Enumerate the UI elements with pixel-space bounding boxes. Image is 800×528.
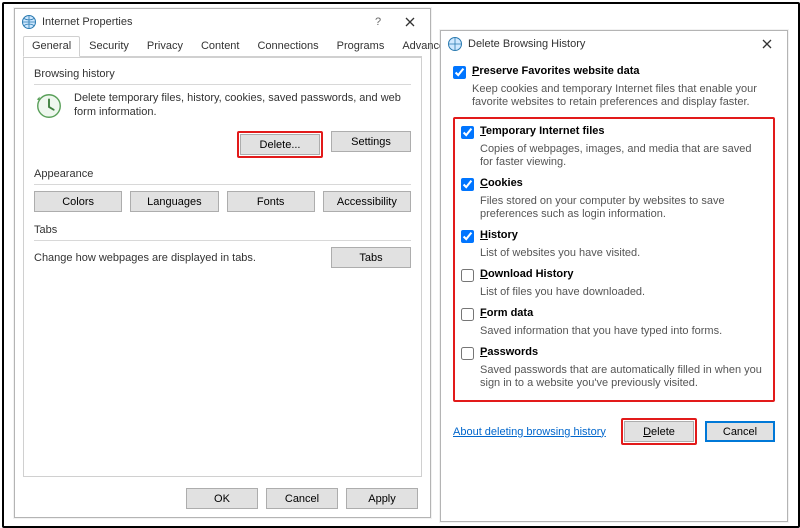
cancel-button[interactable]: Cancel: [705, 421, 775, 442]
form-data-checkbox[interactable]: [461, 308, 474, 321]
window-title: Internet Properties: [42, 16, 133, 28]
tabs-description: Change how webpages are displayed in tab…: [34, 252, 321, 264]
internet-properties-window: Internet Properties ? General Security P…: [14, 8, 431, 518]
temporary-files-checkbox[interactable]: [461, 126, 474, 139]
history-clock-icon: [34, 91, 66, 123]
preserve-favorites-desc: Keep cookies and temporary Internet file…: [472, 83, 775, 109]
tab-general[interactable]: General: [23, 36, 80, 57]
download-history-desc: List of files you have downloaded.: [480, 286, 767, 299]
tabs-button[interactable]: Tabs: [331, 247, 411, 268]
preserve-favorites-label: Preserve Favorites website data: [472, 65, 640, 77]
download-history-label: Download History: [480, 268, 574, 280]
tab-security[interactable]: Security: [80, 36, 138, 57]
history-checkbox[interactable]: [461, 230, 474, 243]
cookies-label: Cookies: [480, 177, 523, 189]
delete-button[interactable]: Delete...: [240, 134, 320, 155]
settings-button[interactable]: Settings: [331, 131, 411, 152]
tab-connections[interactable]: Connections: [248, 36, 327, 57]
group-browsing-history-label: Browsing history: [34, 68, 411, 80]
close-button[interactable]: [394, 12, 426, 32]
passwords-desc: Saved passwords that are automatically f…: [480, 364, 767, 390]
group-tabs-label: Tabs: [34, 224, 411, 236]
internet-options-icon: [447, 36, 463, 52]
titlebar: Delete Browsing History: [441, 31, 787, 57]
preserve-favorites-checkbox[interactable]: [453, 66, 466, 79]
cancel-button[interactable]: Cancel: [266, 488, 338, 509]
divider: [34, 84, 411, 85]
titlebar: Internet Properties ?: [15, 9, 430, 35]
cookies-desc: Files stored on your computer by website…: [480, 195, 767, 221]
dialog-footer: OK Cancel Apply: [186, 488, 418, 509]
internet-options-icon: [21, 14, 37, 30]
languages-button[interactable]: Languages: [130, 191, 218, 212]
apply-button[interactable]: Apply: [346, 488, 418, 509]
tabstrip: General Security Privacy Content Connect…: [23, 35, 422, 57]
browsing-history-description: Delete temporary files, history, cookies…: [74, 91, 411, 123]
cookies-checkbox[interactable]: [461, 178, 474, 191]
delete-confirm-button[interactable]: Delete: [624, 421, 694, 442]
accessibility-button[interactable]: Accessibility: [323, 191, 411, 212]
options-highlight: Temporary Internet files Copies of webpa…: [453, 117, 775, 402]
passwords-label: Passwords: [480, 346, 538, 358]
fonts-button[interactable]: Fonts: [227, 191, 315, 212]
dialog-footer: About deleting browsing history Delete C…: [441, 410, 787, 455]
form-data-desc: Saved information that you have typed in…: [480, 325, 767, 338]
divider: [34, 240, 411, 241]
history-label: History: [480, 229, 518, 241]
tab-panel-general: Browsing history Delete temporary files,…: [23, 57, 422, 477]
help-button[interactable]: ?: [362, 12, 394, 32]
ok-button[interactable]: OK: [186, 488, 258, 509]
about-deleting-link[interactable]: About deleting browsing history: [453, 426, 613, 438]
colors-button[interactable]: Colors: [34, 191, 122, 212]
tab-privacy[interactable]: Privacy: [138, 36, 192, 57]
tab-content[interactable]: Content: [192, 36, 249, 57]
form-data-label: Form data: [480, 307, 533, 319]
tab-programs[interactable]: Programs: [328, 36, 394, 57]
temporary-files-label: Temporary Internet files: [480, 125, 605, 137]
group-appearance-label: Appearance: [34, 168, 411, 180]
history-desc: List of websites you have visited.: [480, 247, 767, 260]
delete-browsing-history-window: Delete Browsing History Preserve Favorit…: [440, 30, 788, 522]
close-button[interactable]: [751, 34, 783, 54]
download-history-checkbox[interactable]: [461, 269, 474, 282]
delete-button-highlight: Delete...: [237, 131, 323, 158]
window-title: Delete Browsing History: [468, 38, 585, 50]
delete-confirm-highlight: Delete: [621, 418, 697, 445]
passwords-checkbox[interactable]: [461, 347, 474, 360]
temporary-files-desc: Copies of webpages, images, and media th…: [480, 143, 767, 169]
divider: [34, 184, 411, 185]
